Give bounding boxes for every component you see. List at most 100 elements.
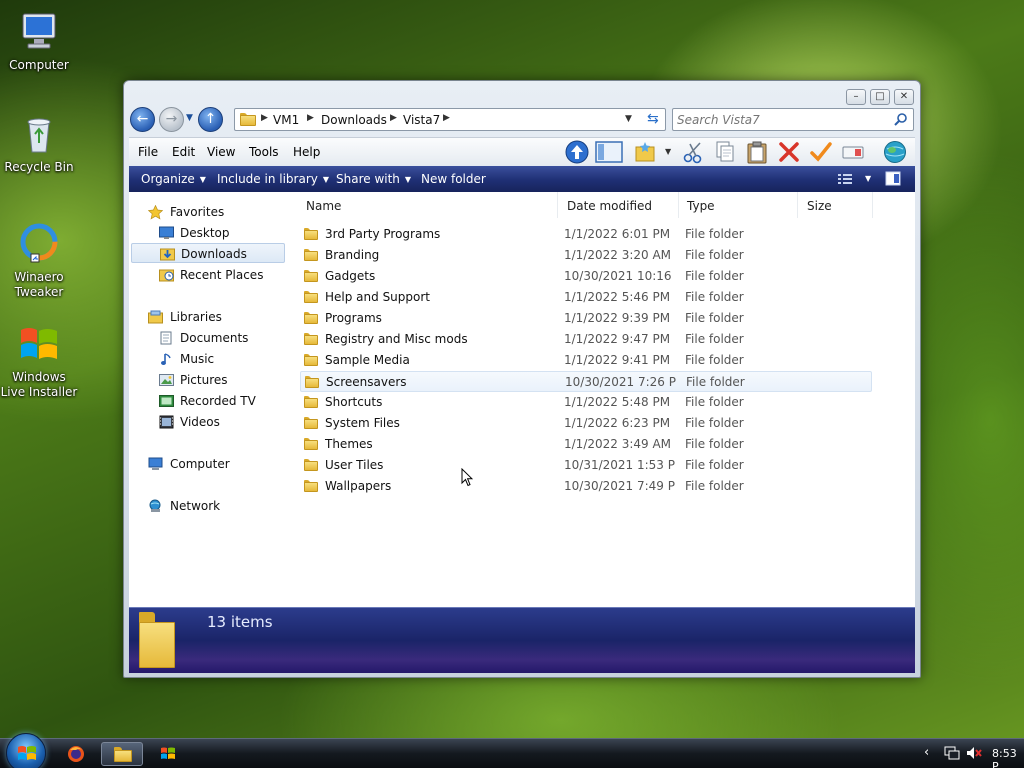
cut-icon[interactable] — [681, 140, 705, 164]
file-name: Branding — [325, 248, 380, 262]
nav-recorded-tv[interactable]: Recorded TV — [129, 391, 289, 411]
breadcrumb-downloads[interactable]: Downloads — [321, 113, 387, 127]
include-in-library-label: Include in library — [217, 172, 318, 186]
column-header-type[interactable]: Type — [687, 199, 715, 213]
desktop-icon-windows-live-installer[interactable]: Windows Live Installer — [0, 322, 78, 400]
breadcrumb-vm1[interactable]: VM1 — [273, 113, 299, 127]
breadcrumb-vista7[interactable]: Vista7 — [403, 113, 440, 127]
file-date: 10/30/2021 7:49 PM — [564, 479, 676, 493]
column-divider[interactable] — [557, 192, 558, 218]
chevron-down-icon: ▼ — [186, 113, 193, 123]
folder-options-dropdown-icon[interactable]: ▼ — [665, 147, 671, 156]
command-bar: Organize ▼ Include in library ▼ Share with… — [129, 166, 915, 192]
network-tray-icon[interactable] — [944, 746, 960, 763]
copy-icon[interactable] — [713, 140, 737, 164]
menu-file[interactable]: File — [138, 145, 158, 159]
rename-icon[interactable] — [841, 140, 865, 164]
nav-network[interactable]: Network — [129, 496, 289, 516]
table-row[interactable]: Branding 1/1/2022 3:20 AM File folder — [300, 245, 872, 266]
checkmark-icon[interactable] — [809, 140, 833, 164]
minimize-button[interactable]: – — [846, 89, 866, 105]
nav-libraries[interactable]: Libraries — [129, 307, 289, 327]
maximize-button[interactable]: □ — [870, 89, 890, 105]
forward-button[interactable]: → — [159, 107, 184, 132]
refresh-icon[interactable]: ⇆ — [647, 111, 659, 127]
file-name: Sample Media — [325, 353, 410, 367]
folder-icon — [304, 333, 318, 345]
desktop-icon-winaero-tweaker[interactable]: Winaero Tweaker — [0, 222, 78, 300]
file-date: 1/1/2022 9:47 PM — [564, 332, 671, 346]
volume-muted-icon[interactable] — [966, 746, 982, 763]
nav-downloads[interactable]: Downloads — [131, 243, 285, 263]
column-divider[interactable] — [797, 192, 798, 218]
view-options-dropdown-icon[interactable]: ▼ — [865, 174, 871, 183]
nav-recent-places[interactable]: Recent Places — [129, 265, 289, 285]
nav-favorites[interactable]: Favorites — [129, 202, 289, 222]
nav-computer[interactable]: Computer — [129, 454, 289, 474]
menu-view[interactable]: View — [207, 145, 235, 159]
nav-videos[interactable]: Videos — [129, 412, 289, 432]
column-header-size[interactable]: Size — [807, 199, 832, 213]
recent-pages-dropdown[interactable]: ▼ — [186, 113, 193, 123]
table-row[interactable]: Gadgets 10/30/2021 10:16 ... File folder — [300, 266, 872, 287]
table-row[interactable]: Sample Media 1/1/2022 9:41 PM File folde… — [300, 350, 872, 371]
table-row[interactable]: Registry and Misc mods 1/1/2022 9:47 PM … — [300, 329, 872, 350]
menu-tools[interactable]: Tools — [249, 145, 279, 159]
back-button[interactable]: ← — [130, 107, 155, 132]
nav-documents[interactable]: Documents — [129, 328, 289, 348]
taskbar-app-windows[interactable] — [147, 742, 189, 766]
nav-music[interactable]: Music — [129, 349, 289, 369]
globe-icon[interactable] — [883, 140, 907, 164]
nav-desktop[interactable]: Desktop — [129, 223, 289, 243]
table-row[interactable]: User Tiles 10/31/2021 1:53 PM File folde… — [300, 455, 872, 476]
table-row[interactable]: Help and Support 1/1/2022 5:46 PM File f… — [300, 287, 872, 308]
table-row[interactable]: 3rd Party Programs 1/1/2022 6:01 PM File… — [300, 224, 872, 245]
tray-chevron-icon[interactable]: ‹ — [924, 745, 929, 760]
organize-button[interactable]: Organize ▼ — [141, 172, 206, 186]
new-folder-button[interactable]: New folder — [421, 172, 486, 186]
table-row[interactable]: Themes 1/1/2022 3:49 AM File folder — [300, 434, 872, 455]
recorded-tv-icon — [159, 394, 174, 408]
folder-options-icon[interactable] — [633, 140, 657, 164]
change-view-icon[interactable] — [837, 172, 853, 189]
paste-icon[interactable] — [745, 140, 769, 164]
menu-help[interactable]: Help — [293, 145, 320, 159]
nav-pictures[interactable]: Pictures — [129, 370, 289, 390]
search-icon[interactable] — [894, 112, 908, 129]
desktop-icon-computer[interactable]: Computer — [0, 10, 78, 73]
include-in-library-button[interactable]: Include in library ▼ — [217, 172, 329, 186]
menu-edit[interactable]: Edit — [172, 145, 195, 159]
taskbar-explorer[interactable] — [101, 742, 143, 766]
file-date: 1/1/2022 6:01 PM — [564, 227, 671, 241]
close-button[interactable]: ✕ — [894, 89, 914, 105]
nav-music-label: Music — [180, 352, 215, 366]
navigation-pane: Favorites Desktop Downloads Recent Place… — [129, 192, 292, 607]
column-divider[interactable] — [872, 192, 873, 218]
up-arrow-tool-icon[interactable] — [565, 140, 589, 164]
column-divider[interactable] — [678, 192, 679, 218]
table-row[interactable]: Wallpapers 10/30/2021 7:49 PM File folde… — [300, 476, 872, 497]
preview-pane-toggle-icon[interactable] — [885, 171, 901, 189]
up-button[interactable]: ↑ — [198, 107, 223, 132]
address-dropdown-icon[interactable]: ▼ — [625, 114, 632, 124]
share-with-button[interactable]: Share with ▼ — [336, 172, 411, 186]
file-date: 1/1/2022 3:20 AM — [564, 248, 672, 262]
clock[interactable]: 8:53 P — [992, 747, 1024, 768]
delete-icon[interactable] — [777, 140, 801, 164]
folder-icon — [304, 270, 318, 282]
file-name: Registry and Misc mods — [325, 332, 468, 346]
search-input[interactable] — [677, 111, 887, 128]
table-row[interactable]: Shortcuts 1/1/2022 5:48 PM File folder — [300, 392, 872, 413]
start-button[interactable] — [6, 733, 46, 768]
address-bar[interactable]: ▶ VM1 ▶ Downloads ▶ Vista7 ▶ ▼ ⇆ — [234, 108, 666, 131]
folder-icon — [304, 312, 318, 324]
table-row[interactable]: Programs 1/1/2022 9:39 PM File folder — [300, 308, 872, 329]
taskbar-firefox[interactable] — [55, 742, 97, 766]
search-box[interactable] — [672, 108, 914, 131]
desktop-icon-recycle-bin[interactable]: Recycle Bin — [0, 112, 78, 175]
column-header-date-modified[interactable]: Date modified — [567, 199, 652, 213]
preview-pane-icon[interactable] — [595, 140, 623, 164]
table-row-hovered[interactable]: Screensavers 10/30/2021 7:26 PM File fol… — [300, 371, 872, 392]
table-row[interactable]: System Files 1/1/2022 6:23 PM File folde… — [300, 413, 872, 434]
column-header-name[interactable]: Name — [306, 199, 341, 213]
